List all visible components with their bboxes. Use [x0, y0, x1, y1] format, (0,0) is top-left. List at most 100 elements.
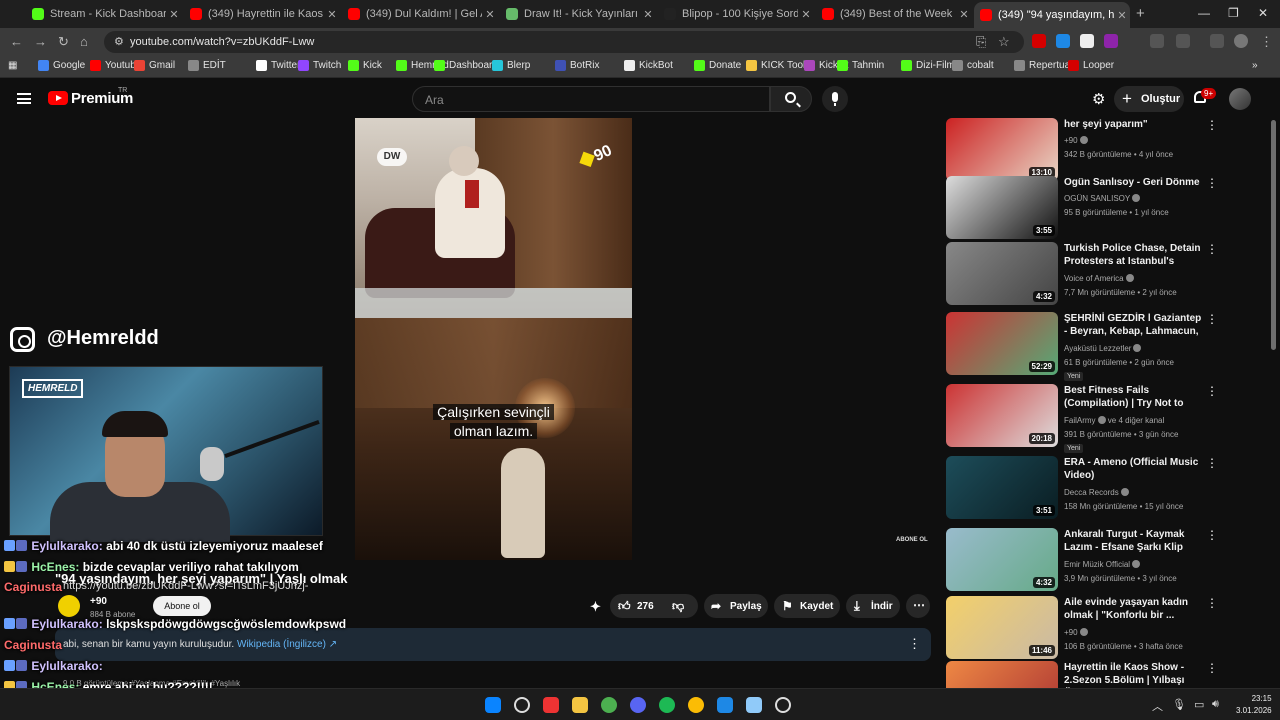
profile-avatar[interactable]: [1234, 34, 1248, 48]
omnibox[interactable]: ⚙ youtube.com/watch?v=zbUKddF-Lww: [104, 31, 1024, 53]
recommended-title[interactable]: Ogün Sanlısoy - Geri Dönme: [1064, 176, 1202, 189]
recommended-title[interactable]: Aile evinde yaşayan kadın olmak | "Konfo…: [1064, 596, 1202, 622]
video-thumbnail[interactable]: 11:46: [946, 596, 1058, 659]
tray-chevron-icon[interactable]: ︿: [1152, 698, 1163, 714]
tab-close-icon[interactable]: ✕: [798, 8, 814, 21]
tab-close-icon[interactable]: ✕: [1114, 9, 1130, 22]
minimize-icon[interactable]: —: [1198, 6, 1210, 20]
recommended-channel[interactable]: +90: [1064, 136, 1088, 145]
bookmark-item[interactable]: Twitter: [256, 60, 300, 71]
bookmark-item[interactable]: Donate: [694, 60, 741, 71]
more-vertical-icon[interactable]: ⋮: [1206, 456, 1218, 470]
bookmark-item[interactable]: Looper: [1068, 60, 1114, 71]
site-info-icon[interactable]: ⚙: [114, 35, 124, 48]
more-vertical-icon[interactable]: ⋮: [1206, 384, 1218, 398]
tab-close-icon[interactable]: ✕: [956, 8, 972, 21]
more-vertical-icon[interactable]: ⋮: [1206, 661, 1218, 675]
reload-icon[interactable]: ↻: [58, 34, 69, 50]
recommended-video[interactable]: 4:32 Turkish Police Chase, Detain Protest…: [946, 242, 1246, 306]
recommended-channel[interactable]: Voice of America: [1064, 274, 1134, 283]
channel-avatar[interactable]: [58, 595, 80, 617]
network-icon[interactable]: ▭: [1194, 698, 1204, 711]
bookmark-item[interactable]: KickBot: [624, 60, 673, 71]
chrome-profile-icon[interactable]: [601, 697, 617, 713]
bookmark-item[interactable]: BotRix: [555, 60, 599, 71]
bookmark-item[interactable]: Tahmin: [837, 60, 884, 71]
search-input[interactable]: Ara: [412, 86, 770, 112]
url-text[interactable]: youtube.com/watch?v=zbUKddF-Lww: [130, 36, 314, 48]
recommended-title[interactable]: ŞEHRİNİ GEZDİR l Gaziantep - Beyran, Keb…: [1064, 312, 1202, 339]
extension-icon[interactable]: [1104, 34, 1118, 48]
external-link-icon[interactable]: ↗: [329, 639, 337, 650]
extension-icon[interactable]: [1150, 34, 1164, 48]
bookmark-item[interactable]: Kick: [348, 60, 382, 71]
file-explorer-icon[interactable]: [572, 697, 588, 713]
bookmark-item[interactable]: Blerp: [492, 60, 530, 71]
extension-icon[interactable]: [1032, 34, 1046, 48]
bookmark-item[interactable]: Dizi-Film: [901, 60, 955, 71]
sidebar-scrollbar[interactable]: [1271, 120, 1276, 350]
browser-tab[interactable]: Stream - Kick Dashboard ✕: [26, 4, 182, 24]
apps-grid-icon[interactable]: ▦: [8, 60, 17, 71]
tab-close-icon[interactable]: ✕: [640, 8, 656, 21]
recommended-title[interactable]: Ankaralı Turgut - Kaymak Lazım - Efsane …: [1064, 528, 1202, 554]
more-vertical-icon[interactable]: ⋮: [1206, 596, 1218, 610]
tab-close-icon[interactable]: ✕: [166, 8, 182, 21]
recommended-video[interactable]: 3:51 ERA - Ameno (Official Music Video) De…: [946, 456, 1246, 520]
recommended-channel[interactable]: +90: [1064, 628, 1088, 637]
reading-list-icon[interactable]: [1210, 34, 1224, 48]
bookmark-star-icon[interactable]: ☆: [998, 34, 1010, 50]
video-thumbnail[interactable]: 20:18: [946, 384, 1058, 447]
extension-icon[interactable]: [1056, 34, 1070, 48]
browser-tab[interactable]: Blipop - 100 Kişiye Sorduk!✕: [658, 4, 814, 24]
wikipedia-link[interactable]: Wikipedia (İngilizce): [237, 639, 326, 650]
thumbs-up-icon[interactable]: 👍︎: [618, 599, 631, 621]
obs-icon[interactable]: [775, 697, 791, 713]
recommended-channel[interactable]: OGÜN SANLISOY: [1064, 194, 1141, 203]
browser-tab[interactable]: Draw It! - Kick Yayınları İçin Çi✕: [500, 4, 656, 24]
channel-name[interactable]: +90: [90, 596, 107, 607]
app-icon[interactable]: [717, 697, 733, 713]
recommended-title[interactable]: Turkish Police Chase, Detain Protesters …: [1064, 242, 1202, 269]
settings-icon[interactable]: [746, 697, 762, 713]
video-link[interactable]: https://youtu.be/zbUKddF-Lww?si=iTsLmF3j…: [63, 580, 308, 592]
windows-start-icon[interactable]: [485, 697, 501, 713]
recommended-video[interactable]: 13:10 her şeyi yaparım" +90 342 B görüntüle…: [946, 118, 1246, 182]
spotify-icon[interactable]: [659, 697, 675, 713]
more-vertical-icon[interactable]: ⋮: [1206, 176, 1218, 190]
video-thumbnail[interactable]: 3:51: [946, 456, 1058, 519]
microphone-tray-icon[interactable]: 🎙︎: [1172, 698, 1186, 711]
bookmarks-overflow-icon[interactable]: »: [1252, 60, 1258, 71]
home-icon[interactable]: ⌂: [80, 34, 88, 49]
more-vertical-icon[interactable]: ⋮: [1206, 118, 1218, 132]
settings-gear-icon[interactable]: ⚙: [1092, 90, 1105, 108]
bookmark-item[interactable]: Twitch: [298, 60, 341, 71]
chrome-menu-icon[interactable]: ⋮: [1260, 34, 1273, 50]
chrome-icon[interactable]: [543, 697, 559, 713]
tab-close-icon[interactable]: ✕: [482, 8, 498, 21]
browser-tab[interactable]: (349) Hayrettin ile Kaos Show -✕: [184, 4, 340, 24]
recommended-title[interactable]: Hayrettin ile Kaos Show - 2.Sezon 5.Bölü…: [1064, 661, 1202, 688]
back-icon[interactable]: ←: [10, 34, 23, 49]
description-box[interactable]: abi, senan bir kamu yayın kuruluşudur. W…: [55, 628, 931, 661]
video-thumbnail[interactable]: 4:32: [946, 242, 1058, 305]
video-player[interactable]: DW 90 Çalışırken sevinçli olman lazım.: [355, 118, 632, 560]
more-vertical-icon[interactable]: ⋮: [1206, 312, 1218, 326]
recommended-channel[interactable]: Ayaküstü Lezzetler: [1064, 344, 1142, 353]
bookmark-item[interactable]: KICK Tools: [746, 60, 810, 71]
recommended-title[interactable]: her şeyi yaparım": [1064, 118, 1202, 131]
voice-search-button[interactable]: [822, 86, 848, 112]
abone-ol-overlay[interactable]: ABONE OL: [896, 537, 928, 543]
discord-icon[interactable]: [630, 697, 646, 713]
bookmark-item[interactable]: EDİT: [188, 60, 226, 71]
video-thumbnail[interactable]: 3:55: [946, 176, 1058, 239]
hamburger-menu-icon[interactable]: [17, 93, 31, 104]
bookmark-item[interactable]: Dashboard: [434, 60, 498, 71]
recommended-title[interactable]: ERA - Ameno (Official Music Video): [1064, 456, 1202, 482]
recommended-video[interactable]: 20:18 Best Fitness Fails (Compilation) | …: [946, 384, 1246, 453]
sparkle-icon[interactable]: ✦: [590, 599, 601, 621]
forward-icon[interactable]: →: [34, 34, 47, 49]
video-thumbnail[interactable]: 4:32: [946, 528, 1058, 591]
recommended-channel[interactable]: FailArmy ve 4 diğer kanal: [1064, 416, 1164, 425]
extension-icon[interactable]: [1080, 34, 1094, 48]
